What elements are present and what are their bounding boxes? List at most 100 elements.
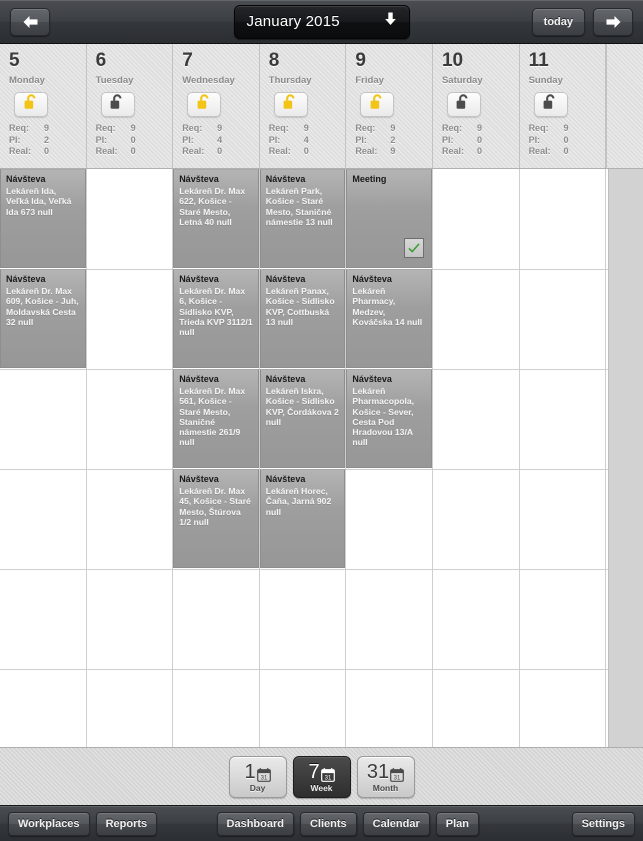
day-lock-toggle[interactable] — [446, 92, 481, 117]
req-value: 9 — [130, 123, 136, 133]
day-number: 5 — [9, 50, 20, 71]
day-lock-toggle[interactable] — [273, 92, 308, 117]
segment-label: Week — [310, 782, 333, 793]
event-title: Návšteva — [179, 474, 219, 484]
event-card[interactable]: Návšteva Lekáreň Park, Košice - Staré Mes… — [259, 169, 346, 268]
req-value: 9 — [217, 123, 223, 133]
event-description: Lekáreň Dr. Max 45, Košice - Staré Mesto… — [179, 486, 251, 527]
padlock-open-icon — [110, 94, 125, 115]
real-value: 0 — [130, 146, 136, 156]
day-stats: Req: 9 Pl: 0 Real: 0 — [529, 123, 606, 158]
toolbar-left-group: Workplaces Reports — [8, 811, 158, 836]
day-number: 11 — [528, 50, 549, 71]
view-segment-week[interactable]: 7 31 Week — [292, 755, 351, 798]
event-card[interactable]: Návšteva Lekáreň Dr. Max 622, Košice - St… — [173, 169, 259, 268]
req-label: Req: — [355, 123, 376, 133]
day-lock-toggle[interactable] — [100, 92, 135, 117]
req-label: Req: — [268, 123, 289, 133]
day-name: Sunday — [528, 75, 563, 86]
day-lock-toggle[interactable] — [533, 92, 568, 117]
real-value: 0 — [303, 146, 309, 156]
event-card[interactable]: Meeting — [346, 169, 432, 268]
req-label: Req: — [95, 123, 116, 133]
arrow-right-icon — [605, 15, 622, 29]
event-card[interactable]: Návšteva Lekáreň Pharmacy, Medzev, Kováčs… — [346, 269, 432, 368]
pl-value: 2 — [390, 134, 396, 145]
req-value: 9 — [476, 123, 482, 133]
event-description: Lekáreň Dr. Max 609, Košice - Juh, Molda… — [6, 286, 79, 327]
event-card[interactable]: Návšteva Lekáreň Ida, Veľká Ida, Veľká Id… — [0, 169, 86, 268]
view-segment-day[interactable]: 1 31 Day — [228, 755, 287, 798]
event-description: Lekáreň Iskra, Košice - Sídlisko KVP, Čo… — [265, 386, 339, 427]
grid-column-6[interactable] — [520, 169, 607, 747]
real-label: Real: — [268, 146, 291, 156]
calendar-app: January 2015 today 5 Monday Req: 9 Pl: 2 Real:… — [0, 0, 643, 841]
req-value: 9 — [43, 123, 49, 133]
real-label: Real: — [528, 146, 551, 156]
day-header-strip: 5 Monday Req: 9 Pl: 2 Real: 0 6 Tuesday Req: 9 Pl: 0 R… — [0, 44, 643, 169]
day-header-tuesday: 6 Tuesday Req: 9 Pl: 0 Real: 0 — [87, 44, 174, 168]
day-header-monday: 5 Monday Req: 9 Pl: 2 Real: 0 — [0, 44, 87, 168]
day-name: Wednesday — [182, 75, 235, 86]
nav-left-group — [10, 7, 50, 36]
toolbar-button-dashboard[interactable]: Dashboard — [216, 811, 294, 836]
grid-row-line-4 — [0, 569, 608, 570]
event-title: Návšteva — [265, 474, 306, 484]
event-card[interactable]: Návšteva Lekáreň Dr. Max 6, Košice - Sídl… — [173, 269, 259, 368]
event-card[interactable]: Návšteva Lekáreň Dr. Max 609, Košice - Ju… — [0, 269, 86, 368]
day-lock-toggle[interactable] — [14, 92, 48, 117]
real-label: Real: — [441, 146, 464, 156]
padlock-open-icon — [370, 94, 385, 115]
toolbar-button-calendar[interactable]: Calendar — [362, 811, 430, 836]
pl-value: 4 — [217, 134, 223, 145]
pl-label: Pl: — [441, 134, 454, 145]
grid-column-5[interactable] — [433, 169, 520, 747]
toolbar-button-clients[interactable]: Clients — [299, 811, 357, 836]
toolbar-button-reports[interactable]: Reports — [95, 811, 158, 836]
day-lock-toggle[interactable] — [187, 92, 222, 117]
day-header-thursday: 8 Thursday Req: 9 Pl: 4 Real: 0 — [260, 44, 347, 168]
event-title: Návšteva — [352, 374, 392, 384]
day-stats: Req: 9 Pl: 0 Real: 0 — [96, 123, 173, 158]
event-card[interactable]: Návšteva Lekáreň Pharmacopola, Košice - S… — [346, 369, 432, 468]
event-description: Lekáreň Dr. Max 622, Košice - Staré Mest… — [179, 186, 246, 227]
real-value: 9 — [390, 146, 396, 156]
month-title-button[interactable]: January 2015 — [233, 4, 410, 39]
event-title: Návšteva — [352, 274, 392, 284]
grid-column-1[interactable] — [87, 169, 174, 747]
calendar-icon-day: 31 — [260, 775, 267, 781]
page-title: January 2015 — [246, 13, 340, 30]
toolbar-button-plan[interactable]: Plan — [435, 811, 479, 836]
req-label: Req: — [9, 123, 29, 133]
toolbar-button-settings[interactable]: Settings — [571, 811, 635, 836]
calendar-icon-day: 31 — [324, 775, 331, 781]
req-label: Req: — [182, 123, 203, 133]
event-card[interactable]: Návšteva Lekáreň Iskra, Košice - Sídlisko… — [259, 369, 346, 468]
pl-label: Pl: — [182, 134, 194, 145]
view-segment-month[interactable]: 31 31 Month — [356, 755, 415, 798]
event-title: Návšteva — [179, 374, 219, 384]
event-confirm-checkbox[interactable] — [403, 238, 424, 258]
event-description: Lekáreň Horec, Čaňa, Jarná 902 null — [265, 486, 332, 517]
day-header-gutter — [606, 44, 643, 168]
event-card[interactable]: Návšteva Lekáreň Dr. Max 561, Košice - St… — [173, 369, 259, 468]
event-title: Návšteva — [265, 274, 306, 284]
event-title: Návšteva — [179, 274, 219, 284]
toolbar-button-workplaces[interactable]: Workplaces — [8, 811, 90, 836]
event-card[interactable]: Návšteva Lekáreň Horec, Čaňa, Jarná 902 n… — [259, 469, 346, 568]
previous-week-button[interactable] — [10, 7, 50, 36]
event-card[interactable]: Návšteva Lekáreň Dr. Max 45, Košice - Sta… — [173, 469, 259, 568]
event-description: Lekáreň Panax, Košice - Sídlisko KVP, Co… — [265, 286, 335, 327]
event-title: Návšteva — [6, 174, 46, 184]
checkmark-icon — [408, 242, 420, 254]
calendar-icon: 31 — [390, 767, 405, 782]
event-card[interactable]: Návšteva Lekáreň Panax, Košice - Sídlisko… — [259, 269, 346, 368]
segment-label: Day — [249, 782, 266, 793]
padlock-open-icon — [543, 94, 558, 115]
today-button[interactable]: today — [531, 7, 585, 36]
next-week-button[interactable] — [593, 7, 633, 36]
day-lock-toggle[interactable] — [360, 92, 395, 117]
pl-label: Pl: — [355, 134, 367, 145]
calendar-grid[interactable]: Návšteva Lekáreň Ida, Veľká Ida, Veľká Id… — [0, 169, 608, 747]
req-value: 9 — [563, 123, 569, 133]
